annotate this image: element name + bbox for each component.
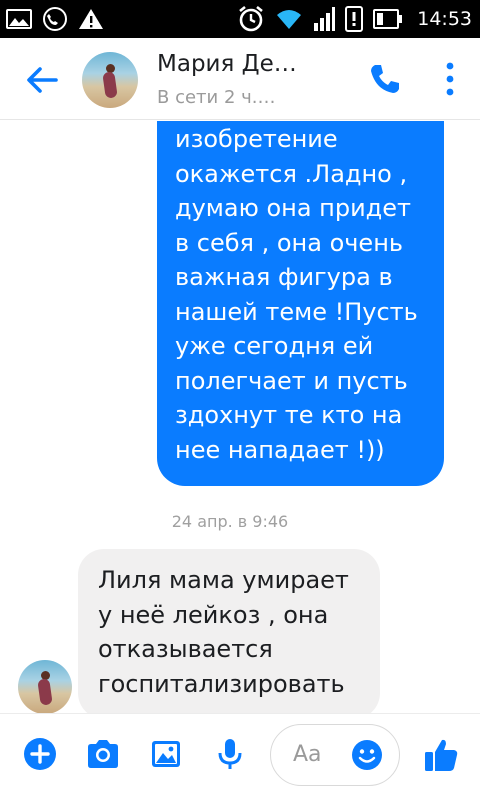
thumbs-up-icon[interactable]	[421, 735, 461, 775]
signal-icon	[314, 7, 336, 31]
emoji-icon[interactable]	[351, 739, 383, 771]
conversation-header: Мария Де… В сети 2 ч.…	[0, 38, 480, 120]
message-input[interactable]: Aa	[270, 724, 400, 786]
contact-avatar[interactable]	[82, 52, 138, 108]
message-list[interactable]: изобретение окажется .Ладно , думаю она …	[0, 121, 480, 713]
outgoing-message-bubble[interactable]: изобретение окажется .Ладно , думаю она …	[157, 121, 444, 486]
phone-handset-icon	[43, 7, 67, 31]
plus-icon[interactable]	[22, 736, 58, 772]
message-composer: Aa	[0, 713, 480, 800]
status-bar-left	[6, 6, 104, 32]
message-timestamp: 24 апр. в 9:46	[171, 512, 289, 531]
gallery-icon[interactable]	[148, 736, 184, 772]
wifi-icon	[277, 10, 302, 29]
sender-avatar[interactable]	[18, 660, 72, 713]
data-icon	[345, 6, 364, 32]
status-bar-right: 14:53	[237, 5, 472, 33]
gallery-icon	[6, 9, 32, 29]
warning-icon	[79, 9, 103, 29]
camera-icon[interactable]	[85, 736, 121, 772]
phone-call-icon[interactable]	[366, 60, 404, 98]
contact-status: В сети 2 ч.…	[157, 87, 276, 108]
message-input-placeholder: Aa	[293, 742, 322, 767]
status-bar: 14:53	[0, 0, 480, 38]
microphone-icon[interactable]	[212, 736, 248, 772]
incoming-message-bubble[interactable]: Лиля мама умирает у неё лейкоз , она отк…	[78, 549, 380, 713]
more-options-icon[interactable]	[438, 60, 462, 98]
back-arrow-icon[interactable]	[22, 60, 62, 100]
contact-name[interactable]: Мария Де…	[157, 51, 297, 77]
battery-icon	[373, 9, 403, 29]
alarm-clock-icon	[239, 5, 264, 32]
status-time: 14:53	[417, 8, 472, 30]
